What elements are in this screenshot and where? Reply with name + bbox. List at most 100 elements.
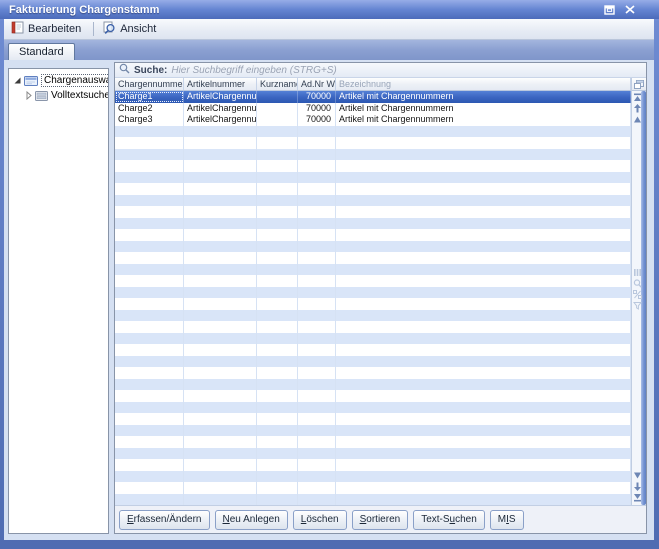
table-row-empty[interactable] (115, 160, 631, 172)
cell-artikelnummer (184, 390, 257, 402)
table-row-empty[interactable] (115, 229, 631, 241)
table-row-empty[interactable] (115, 298, 631, 310)
column-header-kurzname[interactable]: Kurzname (257, 78, 298, 90)
table-row-empty[interactable] (115, 241, 631, 253)
table-row-empty[interactable] (115, 172, 631, 184)
table-row-empty[interactable] (115, 195, 631, 207)
table-row[interactable]: Charge3ArtikelChargennumme70000Artikel m… (115, 114, 631, 126)
column-chooser-icon[interactable] (632, 78, 646, 91)
column-header-bezeichnung[interactable]: Bezeichnung (336, 78, 631, 90)
cell-bezeichnung (336, 264, 631, 276)
table-row-empty[interactable] (115, 459, 631, 471)
table-row-empty[interactable] (115, 275, 631, 287)
tab-standard[interactable]: Standard (8, 43, 75, 60)
cell-kurzname (257, 436, 298, 448)
table-row-empty[interactable] (115, 448, 631, 460)
button-text-suchen[interactable]: Text-Suchen (413, 510, 485, 530)
app-window: Fakturierung Chargenstamm Bearbeiten Ans… (0, 0, 659, 549)
tree-item-volltextsuche[interactable]: Volltextsuche (9, 88, 108, 103)
cell-artikelnummer (184, 287, 257, 299)
scroll-last-icon[interactable] (633, 493, 642, 502)
button-mis[interactable]: MIS (490, 510, 524, 530)
table-row-empty[interactable] (115, 390, 631, 402)
column-header-chargennummer[interactable]: Chargennummer▼ (115, 78, 184, 90)
scroll-first-icon[interactable] (633, 93, 642, 102)
table-row-empty[interactable] (115, 310, 631, 322)
table-row-empty[interactable] (115, 379, 631, 391)
button-erfassen-ändern[interactable]: Erfassen/Ändern (119, 510, 210, 530)
table-row-empty[interactable] (115, 436, 631, 448)
cell-bezeichnung: Artikel mit Chargennummern (336, 103, 631, 115)
table-row-empty[interactable] (115, 126, 631, 138)
scroll-page-up-icon[interactable] (633, 104, 642, 113)
table-row-empty[interactable] (115, 482, 631, 494)
grid-zoom-icon[interactable] (633, 279, 642, 288)
column-header-artikelnummer[interactable]: Artikelnummer (184, 78, 257, 90)
scroll-down-icon[interactable] (633, 471, 642, 480)
table-row-empty[interactable] (115, 287, 631, 299)
tree-item-chargenauswahl[interactable]: Chargenauswahl (9, 73, 108, 88)
table-row-empty[interactable] (115, 218, 631, 230)
table-row-empty[interactable] (115, 367, 631, 379)
cell-bezeichnung (336, 160, 631, 172)
column-header-adnr-we[interactable]: Ad.Nr WE (298, 78, 336, 90)
tree-item-label[interactable]: Volltextsuche (51, 90, 109, 101)
table-row-empty[interactable] (115, 494, 631, 506)
table-row-empty[interactable] (115, 356, 631, 368)
cell-chargennummer (115, 413, 184, 425)
button-löschen[interactable]: Löschen (293, 510, 347, 530)
cell-adnr-we: 70000 (298, 103, 336, 115)
grid-scale-icon[interactable] (633, 290, 642, 299)
cell-adnr-we (298, 183, 336, 195)
cell-artikelnummer (184, 126, 257, 138)
cell-chargennummer (115, 436, 184, 448)
tree-item-label[interactable]: Chargenauswahl (41, 74, 109, 87)
scroll-page-down-icon[interactable] (633, 482, 642, 491)
cell-bezeichnung (336, 149, 631, 161)
table-row-empty[interactable] (115, 344, 631, 356)
cell-kurzname (257, 91, 298, 103)
cell-bezeichnung (336, 390, 631, 402)
cell-kurzname (257, 367, 298, 379)
cell-adnr-we: 70000 (298, 114, 336, 126)
cell-bezeichnung (336, 344, 631, 356)
restore-icon[interactable] (602, 3, 617, 16)
table-row-empty[interactable] (115, 149, 631, 161)
cell-chargennummer (115, 494, 184, 506)
scroll-up-icon[interactable] (633, 115, 642, 124)
table-row-empty[interactable] (115, 333, 631, 345)
tree-collapsed-icon[interactable] (26, 91, 32, 100)
cell-artikelnummer (184, 344, 257, 356)
cell-chargennummer (115, 390, 184, 402)
button-neu-anlegen[interactable]: Neu Anlegen (215, 510, 288, 530)
close-icon[interactable] (622, 3, 637, 16)
cell-chargennummer (115, 160, 184, 172)
table-row-empty[interactable] (115, 137, 631, 149)
cell-bezeichnung (336, 172, 631, 184)
grid-filter-icon[interactable] (633, 301, 642, 310)
content-area: Chargenauswahl Volltextsuche Suche: H (4, 60, 654, 540)
grid-details-icon[interactable] (633, 268, 642, 277)
table-row-empty[interactable] (115, 183, 631, 195)
tree-expanded-icon[interactable] (14, 77, 21, 84)
table-row-empty[interactable] (115, 252, 631, 264)
table-row[interactable]: Charge1ArtikelChargennumme70000Artikel m… (115, 91, 631, 103)
toolbar-bearbeiten[interactable]: Bearbeiten (7, 19, 89, 39)
toolbar: Bearbeiten Ansicht (4, 19, 654, 40)
table-row-empty[interactable] (115, 402, 631, 414)
data-grid: Chargennummer▼ArtikelnummerKurznameAd.Nr… (115, 78, 646, 505)
cell-adnr-we (298, 126, 336, 138)
button-sortieren[interactable]: Sortieren (352, 510, 409, 530)
table-row-empty[interactable] (115, 321, 631, 333)
table-row-empty[interactable] (115, 264, 631, 276)
column-header-label: Chargennummer (118, 79, 184, 89)
cell-chargennummer (115, 356, 184, 368)
cell-chargennummer (115, 275, 184, 287)
table-row-empty[interactable] (115, 425, 631, 437)
search-input[interactable]: Hier Suchbegriff eingeben (STRG+S) (171, 65, 336, 76)
table-row-empty[interactable] (115, 471, 631, 483)
table-row[interactable]: Charge2ArtikelChargennumme70000Artikel m… (115, 103, 631, 115)
table-row-empty[interactable] (115, 206, 631, 218)
toolbar-ansicht[interactable]: Ansicht (98, 19, 164, 39)
table-row-empty[interactable] (115, 413, 631, 425)
